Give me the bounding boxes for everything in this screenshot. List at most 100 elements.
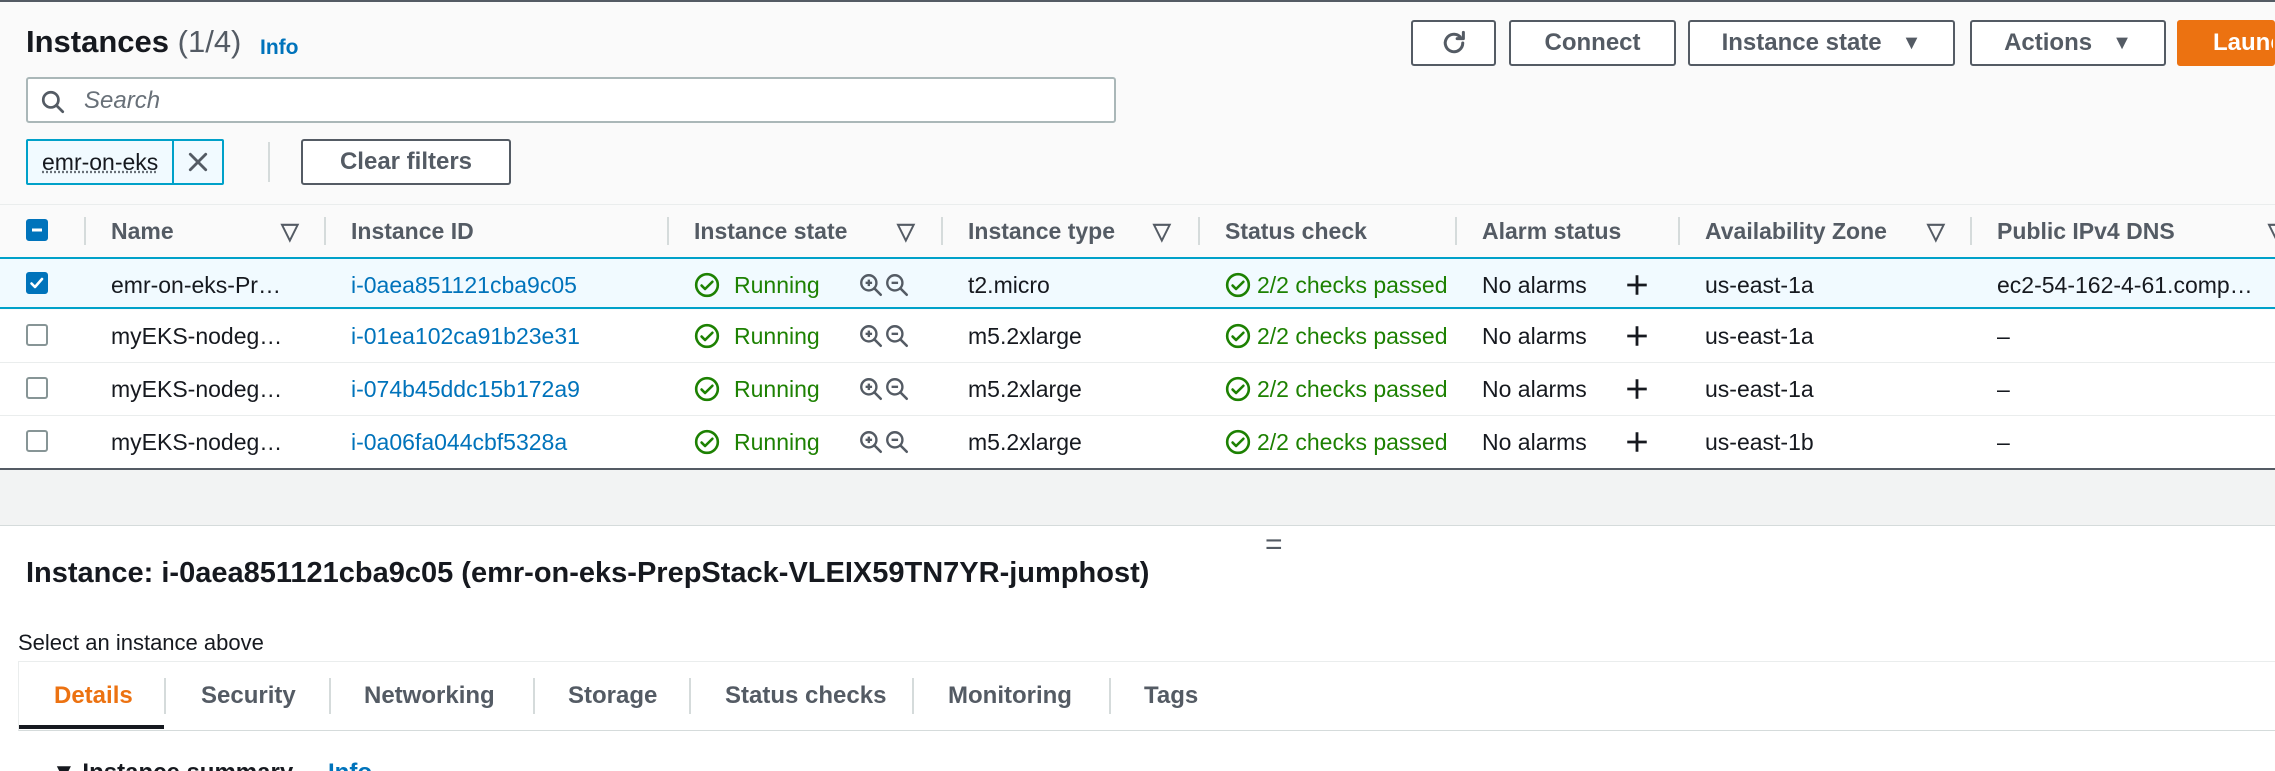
column-divider	[1198, 217, 1200, 245]
column-header-name[interactable]: Name	[111, 205, 174, 257]
sort-icon[interactable]: ▽	[1927, 205, 1945, 257]
connect-button[interactable]: Connect	[1509, 20, 1676, 66]
instance-state-text: Running	[734, 322, 820, 349]
info-link[interactable]: Info	[260, 36, 298, 60]
zoom-out-icon[interactable]	[884, 272, 910, 298]
column-divider	[84, 217, 86, 245]
plus-icon	[1627, 432, 1647, 452]
plus-icon	[1627, 275, 1647, 295]
public-dns: ec2-54-162-4-61.comp…	[1997, 271, 2253, 298]
selection-count: (1/4)	[177, 24, 242, 59]
select-all-checkbox[interactable]	[26, 219, 48, 241]
table-row[interactable]: emr-on-eks-Pr… i-0aea851121cba9c05 Runni…	[0, 257, 2275, 309]
tab-divider	[164, 678, 166, 714]
add-alarm-button[interactable]	[1624, 363, 1650, 415]
sort-icon[interactable]: ▽	[1153, 205, 1171, 257]
search-input[interactable]	[82, 85, 1086, 117]
status-check-text: 2/2 checks passed	[1257, 322, 1448, 349]
drag-handle-icon[interactable]: =	[1265, 528, 1283, 562]
filter-token-label: emr-on-eks	[42, 148, 159, 175]
row-checkbox[interactable]	[26, 324, 48, 346]
search-bar[interactable]	[26, 77, 1116, 123]
connect-button-label: Connect	[1544, 29, 1641, 56]
clear-filters-button[interactable]: Clear filters	[301, 139, 511, 185]
status-check: 2/2 checks passed	[1225, 310, 1455, 362]
instance-id-link[interactable]: i-0a06fa044cbf5328a	[351, 416, 567, 468]
zoom-in-icon[interactable]	[858, 272, 884, 298]
column-header-label: Public IPv4 DNS	[1997, 217, 2175, 244]
table-row[interactable]: myEKS-nodeg… i-074b45ddc15b172a9 Running…	[0, 363, 2275, 416]
status-check-text: 2/2 checks passed	[1257, 271, 1448, 298]
instance-id-link[interactable]: i-074b45ddc15b172a9	[351, 363, 580, 415]
instance-state: Running	[694, 416, 820, 468]
close-icon	[189, 152, 208, 172]
check-circle-icon	[1225, 272, 1251, 298]
zoom-out-icon[interactable]	[884, 429, 910, 455]
sort-icon[interactable]: ▽	[2268, 205, 2275, 257]
zoom-in-icon[interactable]	[858, 429, 884, 455]
table-row[interactable]: myEKS-nodeg… i-01ea102ca91b23e31 Running…	[0, 310, 2275, 363]
instance-id-link[interactable]: i-0aea851121cba9c05	[351, 259, 577, 311]
section-info-link[interactable]: Info	[328, 759, 372, 771]
add-alarm-button[interactable]	[1624, 416, 1650, 468]
instance-state-dropdown[interactable]: Instance state ▼	[1688, 20, 1955, 66]
column-header-instance-id[interactable]: Instance ID	[351, 205, 474, 257]
tab-monitoring[interactable]: Monitoring	[948, 662, 1072, 730]
status-check: 2/2 checks passed	[1225, 416, 1455, 468]
column-header-public-ipv4-dns[interactable]: Public IPv4 DNS	[1997, 205, 2175, 257]
zoom-in-icon[interactable]	[858, 376, 884, 402]
status-check: 2/2 checks passed	[1225, 259, 1455, 311]
instances-table: Name ▽ Instance ID Instance state ▽ Inst…	[0, 204, 2275, 470]
remove-filter-button[interactable]	[172, 141, 222, 183]
tab-status-checks[interactable]: Status checks	[725, 662, 886, 730]
zoom-controls	[858, 363, 910, 415]
zoom-out-icon[interactable]	[884, 376, 910, 402]
row-checkbox[interactable]	[26, 430, 48, 452]
actions-label: Actions	[2004, 29, 2093, 56]
tab-details[interactable]: Details	[54, 662, 133, 730]
column-header-availability-zone[interactable]: Availability Zone	[1705, 205, 1887, 257]
filter-divider	[268, 142, 270, 182]
row-checkbox[interactable]	[26, 272, 48, 294]
tab-tags[interactable]: Tags	[1144, 662, 1198, 730]
column-header-instance-type[interactable]: Instance type	[968, 205, 1115, 257]
zoom-controls	[858, 259, 910, 311]
sort-icon[interactable]: ▽	[897, 205, 915, 257]
check-circle-icon	[1225, 429, 1251, 455]
zoom-in-icon[interactable]	[858, 323, 884, 349]
details-section-peek: ▼ Instance summary Info	[18, 741, 2275, 771]
tab-storage[interactable]: Storage	[568, 662, 657, 730]
column-divider	[1678, 217, 1680, 245]
row-checkbox[interactable]	[26, 377, 48, 399]
tab-security[interactable]: Security	[201, 662, 296, 730]
instance-state: Running	[694, 363, 820, 415]
column-header-alarm-status[interactable]: Alarm status	[1482, 205, 1621, 257]
split-panel-divider	[0, 470, 2275, 526]
add-alarm-button[interactable]	[1624, 259, 1650, 311]
actions-dropdown[interactable]: Actions ▼	[1970, 20, 2166, 66]
zoom-controls	[858, 310, 910, 362]
instance-state-text: Running	[734, 428, 820, 455]
column-divider	[324, 217, 326, 245]
column-header-status-check[interactable]: Status check	[1225, 205, 1367, 257]
table-row[interactable]: myEKS-nodeg… i-0a06fa044cbf5328a Running…	[0, 416, 2275, 469]
alarm-status: No alarms	[1482, 375, 1587, 402]
instance-detail-title: Instance: i-0aea851121cba9c05 (emr-on-ek…	[26, 557, 1150, 589]
sort-icon[interactable]: ▽	[281, 205, 299, 257]
table-header: Name ▽ Instance ID Instance state ▽ Inst…	[0, 204, 2275, 259]
instance-name: myEKS-nodeg…	[111, 375, 283, 402]
refresh-button[interactable]	[1411, 20, 1496, 66]
zoom-out-icon[interactable]	[884, 323, 910, 349]
instance-type: m5.2xlarge	[968, 375, 1082, 402]
column-header-label: Alarm status	[1482, 217, 1622, 244]
launch-instances-button[interactable]: Launch instances	[2177, 20, 2275, 66]
column-header-instance-state[interactable]: Instance state	[694, 205, 847, 257]
caret-down-icon: ▼	[2112, 31, 2132, 54]
instance-id-link[interactable]: i-01ea102ca91b23e31	[351, 310, 580, 362]
instance-type: m5.2xlarge	[968, 428, 1082, 455]
column-header-label: Instance type	[968, 217, 1115, 244]
tab-networking[interactable]: Networking	[364, 662, 495, 730]
page-title-text: Instances	[26, 24, 170, 59]
clear-filters-label: Clear filters	[339, 148, 473, 175]
add-alarm-button[interactable]	[1624, 310, 1650, 362]
